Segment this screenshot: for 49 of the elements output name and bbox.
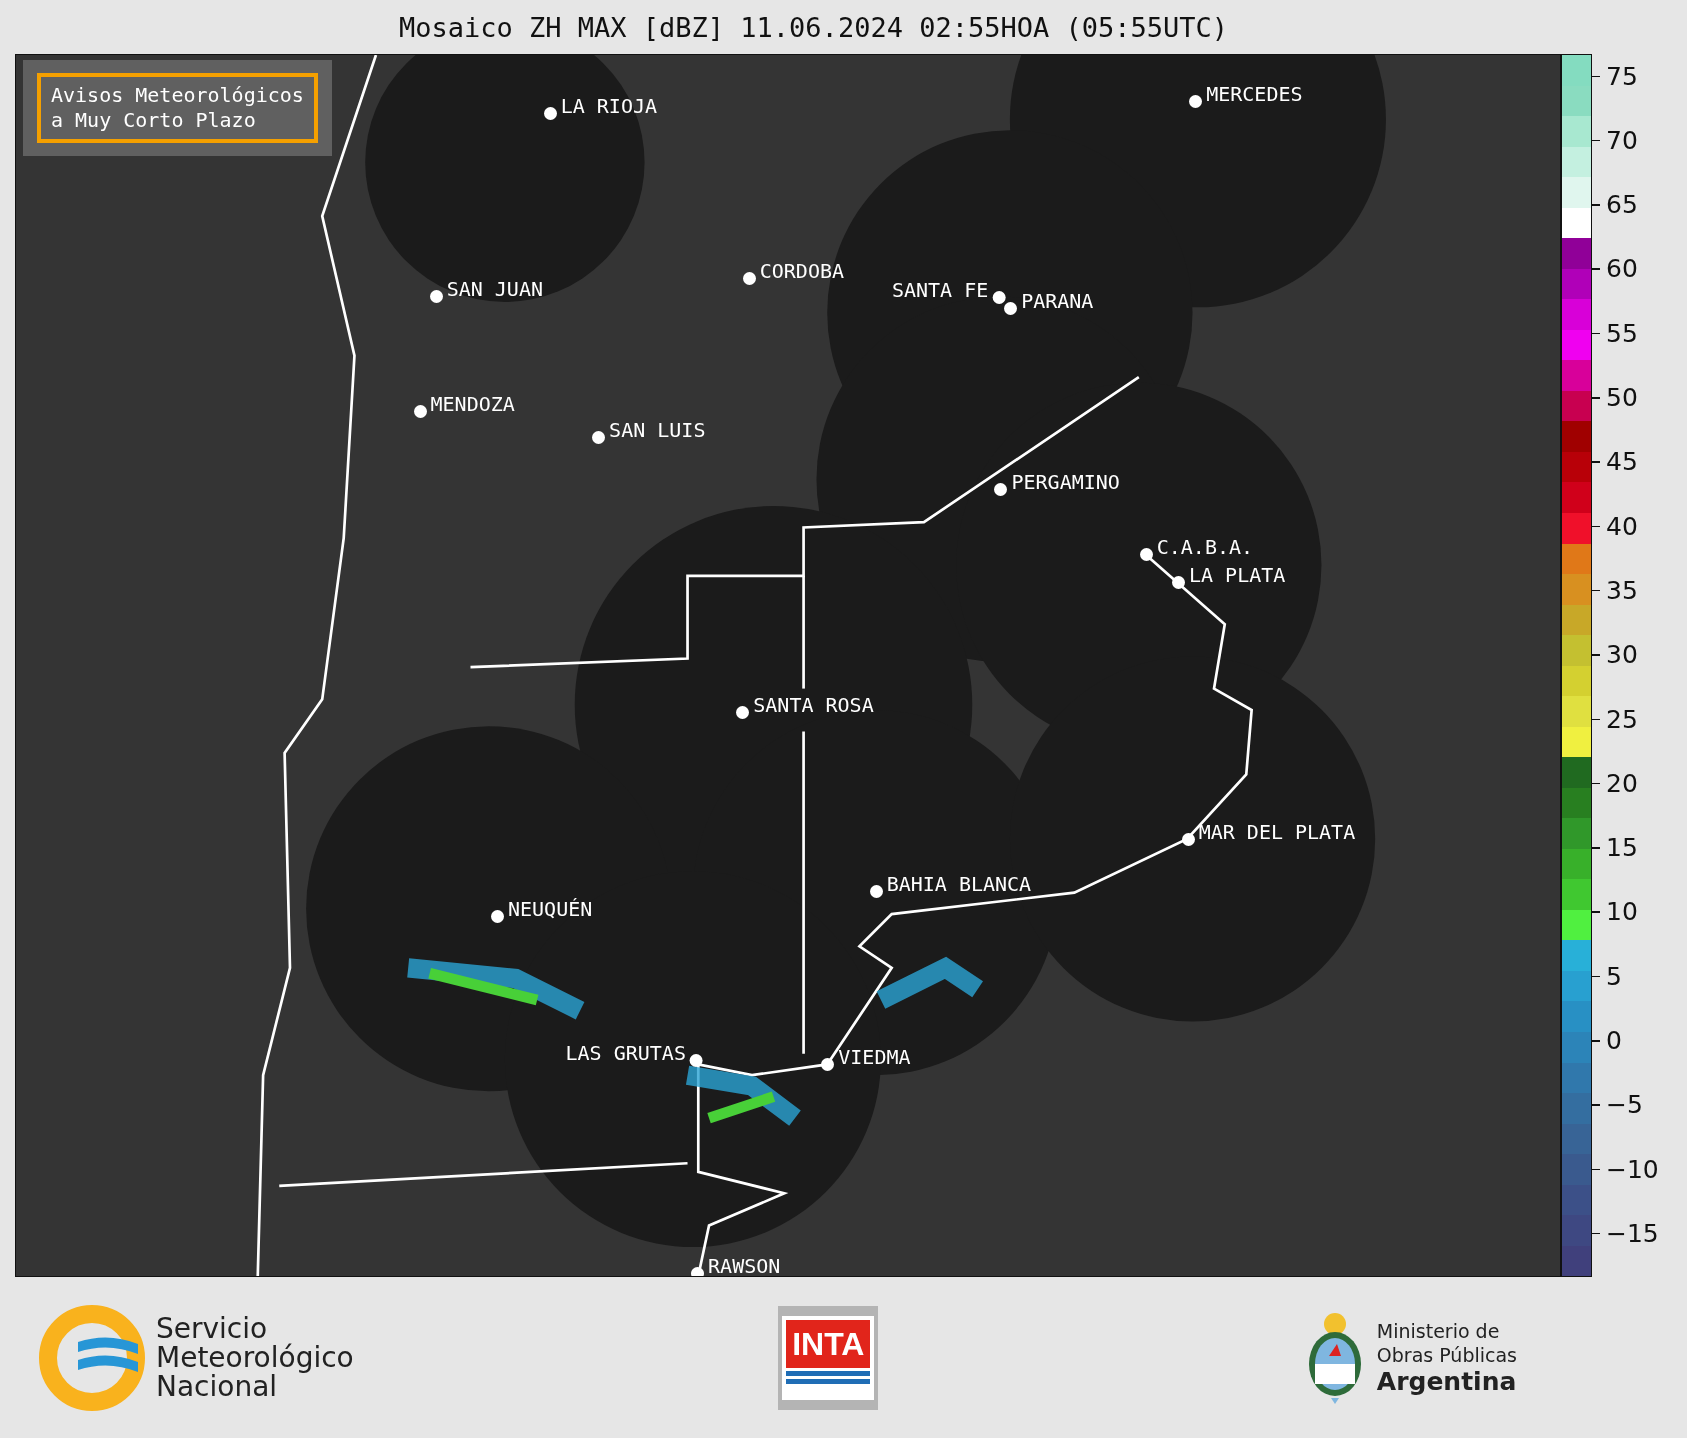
notice-text: Avisos Meteorológicos a Muy Corto Plazo xyxy=(37,73,318,143)
city-label: SAN JUAN xyxy=(446,277,543,301)
city-marker-icon xyxy=(742,271,756,285)
city-label: CORDOBA xyxy=(759,258,844,283)
scale-tick-label: 60 xyxy=(1606,253,1638,283)
scale-tick-label: 5 xyxy=(1606,961,1622,991)
city-label: RAWSON xyxy=(708,1253,781,1276)
city-label: PERGAMINO xyxy=(1011,469,1120,494)
logo-wordmark: INTA xyxy=(786,1319,871,1368)
city-marker-icon xyxy=(413,405,427,419)
city-label: SAN LUIS xyxy=(609,417,706,442)
city-marker-icon xyxy=(429,290,443,303)
scale-tick-label: 70 xyxy=(1606,125,1638,155)
city-label: C.A.B.A. xyxy=(1156,535,1254,560)
city-label: MAR DEL PLATA xyxy=(1198,820,1356,845)
wave-circle-logo-icon xyxy=(38,1303,146,1412)
scale-tick-label: −15 xyxy=(1606,1218,1659,1248)
country-name: Argentina xyxy=(1376,1366,1517,1397)
city-marker-icon xyxy=(691,1266,705,1276)
city-label: VIEDMA xyxy=(838,1045,911,1069)
city-label: MERCEDES xyxy=(1206,82,1303,107)
scale-tick-label: 0 xyxy=(1606,1025,1622,1055)
scale-tick-label: 15 xyxy=(1606,832,1638,862)
city-label: SANTA ROSA xyxy=(753,693,874,718)
scale-tick-label: 65 xyxy=(1606,189,1638,219)
city-marker-icon xyxy=(592,430,606,444)
city-label: LA PLATA xyxy=(1189,563,1286,588)
city-label: SANTA FE xyxy=(891,278,989,303)
scale-tick-label: 30 xyxy=(1606,639,1638,669)
scale-tick-label: 40 xyxy=(1606,511,1638,541)
chart-title: Mosaico ZH MAX [dBZ] 11.06.2024 02:55HOA (05:55UTC) xyxy=(399,11,1228,43)
scale-tick-label: 25 xyxy=(1606,704,1638,733)
scale-tick-label: 50 xyxy=(1606,382,1638,412)
scale-tick-label: 75 xyxy=(1606,61,1638,90)
city-label: LAS GRUTAS xyxy=(565,1040,686,1065)
city-label: BAHIA BLANCA xyxy=(886,871,1032,896)
city-label: LA RIOJA xyxy=(560,94,657,119)
scale-tick-label: 20 xyxy=(1606,768,1638,798)
city-label: NEUQUÉN xyxy=(507,896,593,921)
scale-tick-label: 10 xyxy=(1606,896,1638,926)
ministry-name: Ministerio de Obras Públicas xyxy=(1376,1318,1517,1367)
city-label: MENDOZA xyxy=(430,392,515,417)
scale-tick-label: −10 xyxy=(1606,1154,1659,1184)
scale-tick-label: 45 xyxy=(1606,446,1638,476)
city-label: PARANA xyxy=(1021,288,1094,313)
scale-tick-label: 35 xyxy=(1606,575,1638,605)
scale-tick-label: −5 xyxy=(1606,1089,1643,1119)
scale-tick-label: 55 xyxy=(1606,318,1638,348)
agency-name: Servicio Meteorológico Nacional xyxy=(156,1314,354,1401)
